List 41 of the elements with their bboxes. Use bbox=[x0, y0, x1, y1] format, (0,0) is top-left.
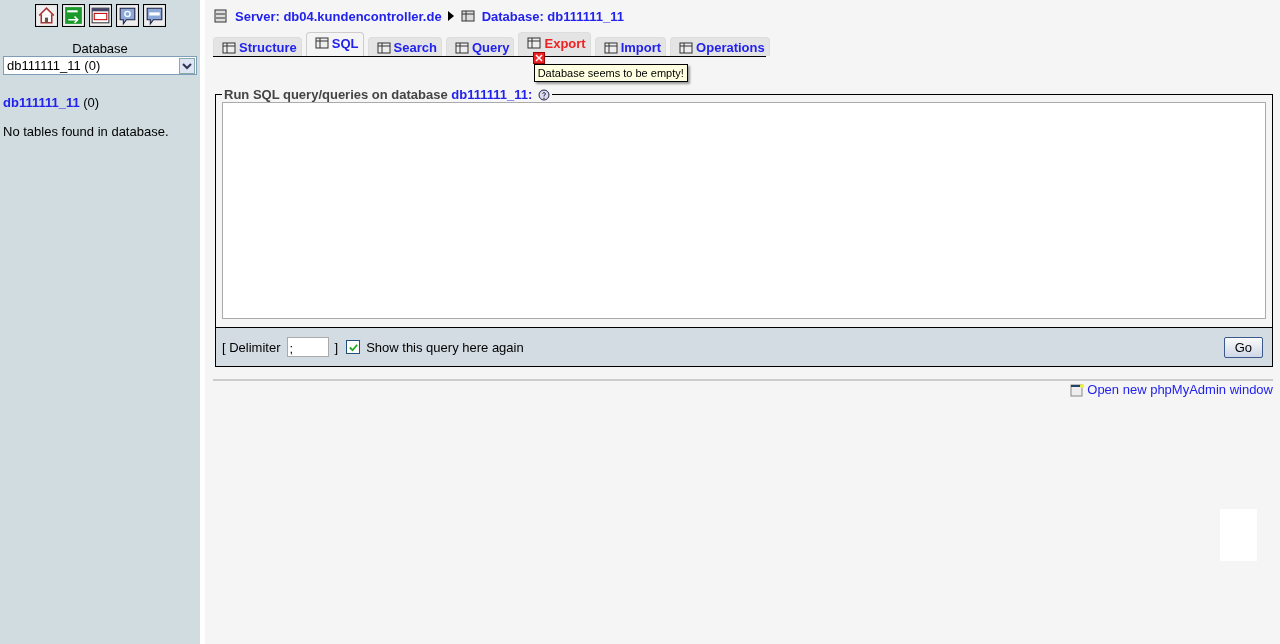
table-count: (0) bbox=[83, 95, 100, 110]
database-label: Database bbox=[71, 41, 129, 56]
tab[interactable]: Search bbox=[367, 37, 442, 56]
table-icon bbox=[602, 39, 619, 56]
table-icon bbox=[526, 35, 543, 51]
exit-icon[interactable] bbox=[61, 4, 85, 27]
database-link[interactable]: db111111_11: bbox=[451, 87, 533, 102]
error-icon bbox=[532, 52, 545, 64]
delimiter-label: [ Delimiter bbox=[222, 339, 281, 355]
sql-query-field[interactable] bbox=[222, 102, 1266, 319]
database-link[interactable]: Database: db111111_11 bbox=[481, 8, 625, 24]
show-again-checkbox[interactable] bbox=[346, 340, 361, 354]
table-icon bbox=[375, 39, 392, 56]
server-icon bbox=[213, 8, 229, 24]
tab[interactable]: Query bbox=[445, 37, 515, 56]
database-link[interactable]: db111111_11 bbox=[3, 95, 80, 110]
empty-message: No tables found in database. bbox=[3, 124, 170, 139]
server-link[interactable]: Server: db04.kundencontroller.de bbox=[235, 8, 442, 24]
tab[interactable]: SQL bbox=[305, 32, 364, 56]
tab[interactable]: Operations bbox=[670, 37, 770, 56]
home-icon[interactable] bbox=[34, 4, 58, 27]
arrow-right-icon bbox=[447, 11, 454, 21]
delimiter-field[interactable]: ; bbox=[286, 337, 329, 357]
show-again-label: Show this query here again bbox=[366, 339, 524, 355]
panel-title: Run SQL query/queries on database db111111_11: bbox=[224, 87, 533, 102]
new-window-link[interactable]: Open new phpMyAdmin window bbox=[1087, 382, 1273, 397]
query-window-icon[interactable] bbox=[88, 4, 112, 27]
database-select[interactable]: db111111_11 (0) bbox=[3, 56, 197, 75]
help-icon[interactable] bbox=[538, 88, 551, 101]
table-icon bbox=[313, 35, 330, 51]
table-icon bbox=[221, 39, 237, 56]
help-icon[interactable] bbox=[115, 4, 139, 27]
table-icon bbox=[678, 39, 695, 56]
database-icon bbox=[459, 8, 476, 24]
tab[interactable]: Structure bbox=[213, 37, 302, 56]
go-button[interactable]: Go bbox=[1223, 336, 1263, 358]
new-window-icon bbox=[1070, 382, 1085, 397]
tooltip: Database seems to be empty! bbox=[533, 64, 688, 82]
table-icon bbox=[453, 39, 470, 56]
tab[interactable]: Import bbox=[594, 37, 667, 56]
delimiter-bracket: ] bbox=[334, 339, 339, 355]
